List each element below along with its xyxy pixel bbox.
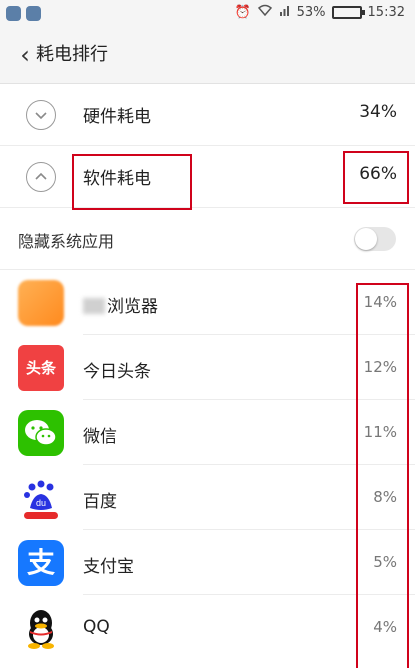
battery-percent: 53% (296, 4, 326, 20)
status-bar: ⏰ 53% 15:32 (0, 0, 415, 28)
wifi-icon (257, 4, 273, 20)
clock: 15:32 (367, 4, 405, 20)
app-name: 百度 (83, 492, 117, 512)
baidu-icon: du (18, 475, 64, 521)
notification-icon (6, 6, 21, 21)
alipay-icon: 支 (18, 540, 64, 586)
app-row-alipay[interactable]: 支 支付宝 5% (0, 530, 415, 595)
hardware-usage-row[interactable]: 硬件耗电 34% (0, 84, 415, 146)
alarm-icon: ⏰ (234, 4, 251, 20)
signal-icon (279, 4, 291, 20)
redacted-text (83, 298, 105, 314)
qq-icon (18, 605, 64, 651)
app-row-toutiao[interactable]: 头条 今日头条 12% (0, 335, 415, 400)
hide-system-apps-row: 隐藏系统应用 (0, 208, 415, 270)
highlight-box-software-value (343, 151, 409, 204)
notification-icon (26, 6, 41, 21)
hardware-usage-label: 硬件耗电 (83, 107, 151, 127)
app-row-baidu[interactable]: du 百度 8% (0, 465, 415, 530)
app-name: QQ (83, 617, 110, 637)
app-row-browser[interactable]: 浏览器 14% (0, 270, 415, 335)
page-title: 耗电排行 (36, 44, 108, 65)
browser-icon (18, 280, 64, 326)
battery-icon (331, 5, 365, 19)
toggle-knob (355, 228, 377, 250)
baidu-icon-text: du (36, 498, 46, 508)
app-header: ‹ 耗电排行 (0, 28, 415, 84)
hide-system-apps-toggle[interactable] (354, 227, 396, 251)
toutiao-icon: 头条 (18, 345, 64, 391)
app-row-qq[interactable]: QQ 4% (0, 595, 415, 660)
hardware-usage-value: 34% (359, 102, 397, 122)
chevron-down-icon[interactable] (26, 100, 56, 130)
app-name: 支付宝 (83, 557, 134, 577)
hide-system-apps-label: 隐藏系统应用 (18, 232, 115, 251)
wechat-icon (18, 410, 64, 456)
app-name: 今日头条 (83, 362, 151, 382)
app-row-wechat[interactable]: 微信 11% (0, 400, 415, 465)
highlight-box-software-label (72, 154, 192, 210)
app-name: 微信 (83, 427, 117, 447)
app-name: 浏览器 (107, 297, 158, 317)
chevron-up-icon[interactable] (26, 162, 56, 192)
highlight-box-app-values (356, 283, 409, 668)
status-indicators: ⏰ 53% 15:32 (234, 4, 405, 20)
notification-icons (6, 6, 41, 21)
